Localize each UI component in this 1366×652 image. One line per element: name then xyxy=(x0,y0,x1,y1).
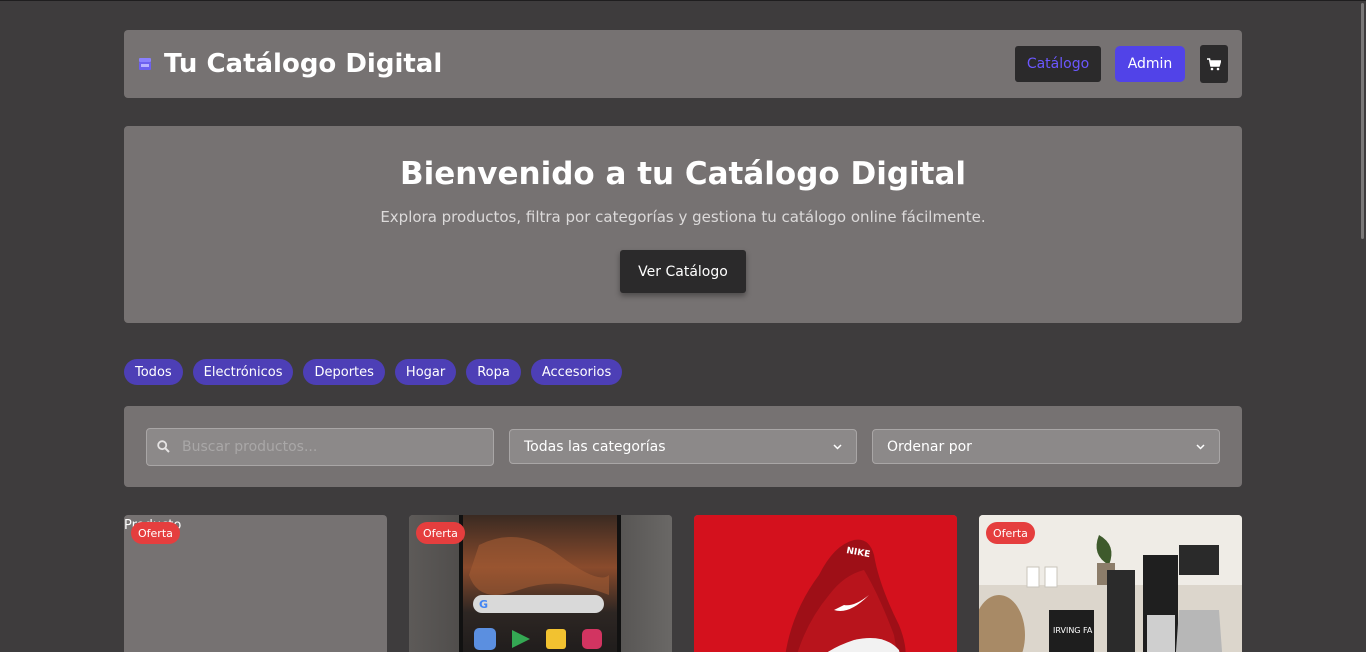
scrollbar[interactable] xyxy=(1361,3,1364,239)
hero-subtitle: Explora productos, filtra por categorías… xyxy=(380,208,986,226)
product-grid: Producto Oferta xyxy=(124,515,1242,652)
category-pill-ropa[interactable]: Ropa xyxy=(466,359,521,385)
category-pill-hogar[interactable]: Hogar xyxy=(394,359,457,385)
admin-button[interactable]: Admin xyxy=(1115,46,1185,82)
cart-icon xyxy=(1207,57,1221,71)
filter-bar: Todas las categorías Ordenar por xyxy=(124,406,1242,487)
chevron-down-icon xyxy=(1196,443,1205,450)
svg-text:G: G xyxy=(479,598,488,611)
category-pills: Todos Electrónicos Deportes Hogar Ropa A… xyxy=(124,359,1242,385)
category-pill-deportes[interactable]: Deportes xyxy=(303,359,385,385)
brand[interactable]: Tu Catálogo Digital xyxy=(138,49,442,79)
chevron-down-icon xyxy=(833,443,842,450)
sort-select[interactable]: Ordenar por xyxy=(872,429,1220,464)
sort-select-value: Ordenar por xyxy=(887,438,972,455)
catalog-button[interactable]: Catálogo xyxy=(1015,46,1101,82)
cart-button[interactable] xyxy=(1200,45,1228,83)
brand-title: Tu Catálogo Digital xyxy=(164,49,443,79)
hero-title: Bienvenido a tu Catálogo Digital xyxy=(399,156,967,192)
store-icon xyxy=(138,57,152,71)
product-card[interactable]: Producto Oferta xyxy=(124,515,387,652)
product-card[interactable]: IRVING FA Oferta xyxy=(979,515,1242,652)
navbar: Tu Catálogo Digital Catálogo Admin xyxy=(124,30,1242,98)
category-pill-accesorios[interactable]: Accesorios xyxy=(530,359,623,385)
offer-badge: Oferta xyxy=(986,522,1035,544)
search-icon xyxy=(157,440,170,453)
category-select-value: Todas las categorías xyxy=(524,438,666,455)
search-box[interactable] xyxy=(146,427,494,466)
product-card[interactable]: NIKE xyxy=(694,515,957,652)
category-pill-todos[interactable]: Todos xyxy=(124,359,183,385)
category-select[interactable]: Todas las categorías xyxy=(509,429,857,464)
category-pill-electronicos[interactable]: Electrónicos xyxy=(192,359,294,385)
search-input[interactable] xyxy=(182,438,472,455)
svg-text:IRVING FA: IRVING FA xyxy=(1053,626,1093,635)
view-catalog-button[interactable]: Ver Catálogo xyxy=(620,250,746,293)
offer-badge: Oferta xyxy=(131,522,180,544)
hero-section: Bienvenido a tu Catálogo Digital Explora… xyxy=(124,126,1242,323)
product-image: NIKE xyxy=(694,515,957,652)
offer-badge: Oferta xyxy=(416,522,465,544)
product-card[interactable]: G Oferta xyxy=(409,515,672,652)
